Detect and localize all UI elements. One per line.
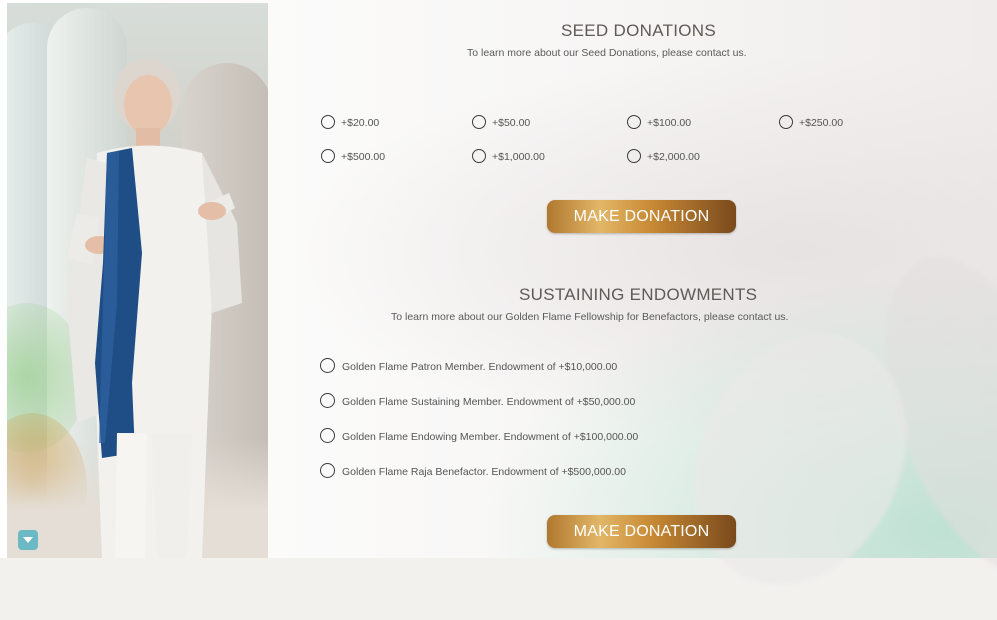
endowment-option-label: Golden Flame Patron Member. Endowment of… — [342, 361, 618, 373]
seed-option-label: +$250.00 — [799, 117, 844, 129]
endowment-option-label: Golden Flame Endowing Member. Endowment … — [342, 431, 639, 443]
seed-option-250[interactable]: +$250.00 — [779, 114, 843, 129]
radio-button[interactable] — [320, 428, 335, 443]
seed-option-20[interactable]: +$20.00 — [321, 114, 379, 129]
seed-option-1000[interactable]: +$1,000.00 — [472, 148, 545, 163]
seed-make-donation-button[interactable]: MAKE DONATION — [547, 200, 736, 233]
seed-option-label: +$20.00 — [341, 117, 380, 129]
seed-option-500[interactable]: +$500.00 — [321, 148, 385, 163]
radio-button[interactable] — [320, 393, 335, 408]
chevron-down-icon — [23, 537, 33, 543]
seed-donations-subtitle: To learn more about our Seed Donations, … — [467, 47, 747, 59]
radio-button[interactable] — [779, 114, 793, 129]
seed-option-label: +$500.00 — [341, 151, 386, 163]
seed-option-50[interactable]: +$50.00 — [472, 114, 530, 129]
endowment-option-label: Golden Flame Sustaining Member. Endowmen… — [342, 396, 636, 408]
hero-photo — [7, 3, 268, 558]
radio-button[interactable] — [627, 148, 641, 163]
endowment-option-patron[interactable]: Golden Flame Patron Member. Endowment of… — [320, 358, 617, 373]
radio-button[interactable] — [321, 114, 335, 129]
seed-option-label: +$50.00 — [492, 117, 531, 129]
radio-button[interactable] — [472, 114, 486, 129]
radio-button[interactable] — [320, 358, 335, 373]
endowments-make-donation-button[interactable]: MAKE DONATION — [547, 515, 736, 548]
endowment-option-label: Golden Flame Raja Benefactor. Endowment … — [342, 466, 626, 478]
seed-option-label: +$2,000.00 — [647, 151, 700, 163]
scroll-down-button[interactable] — [18, 530, 38, 550]
radio-button[interactable] — [627, 114, 641, 129]
radio-button[interactable] — [472, 148, 486, 163]
endowment-option-raja[interactable]: Golden Flame Raja Benefactor. Endowment … — [320, 463, 626, 478]
seed-option-2000[interactable]: +$2,000.00 — [627, 148, 700, 163]
person-figure — [67, 58, 242, 558]
endowment-option-endowing[interactable]: Golden Flame Endowing Member. Endowment … — [320, 428, 638, 443]
seed-option-label: +$1,000.00 — [492, 151, 545, 163]
seed-donations-title: SEED DONATIONS — [561, 21, 717, 40]
radio-button[interactable] — [320, 463, 335, 478]
endowments-subtitle: To learn more about our Golden Flame Fel… — [391, 311, 789, 323]
endowment-option-sustaining[interactable]: Golden Flame Sustaining Member. Endowmen… — [320, 393, 635, 408]
seed-option-100[interactable]: +$100.00 — [627, 114, 691, 129]
endowments-title: SUSTAINING ENDOWMENTS — [519, 285, 758, 304]
radio-button[interactable] — [321, 148, 335, 163]
seed-option-label: +$100.00 — [647, 117, 692, 129]
